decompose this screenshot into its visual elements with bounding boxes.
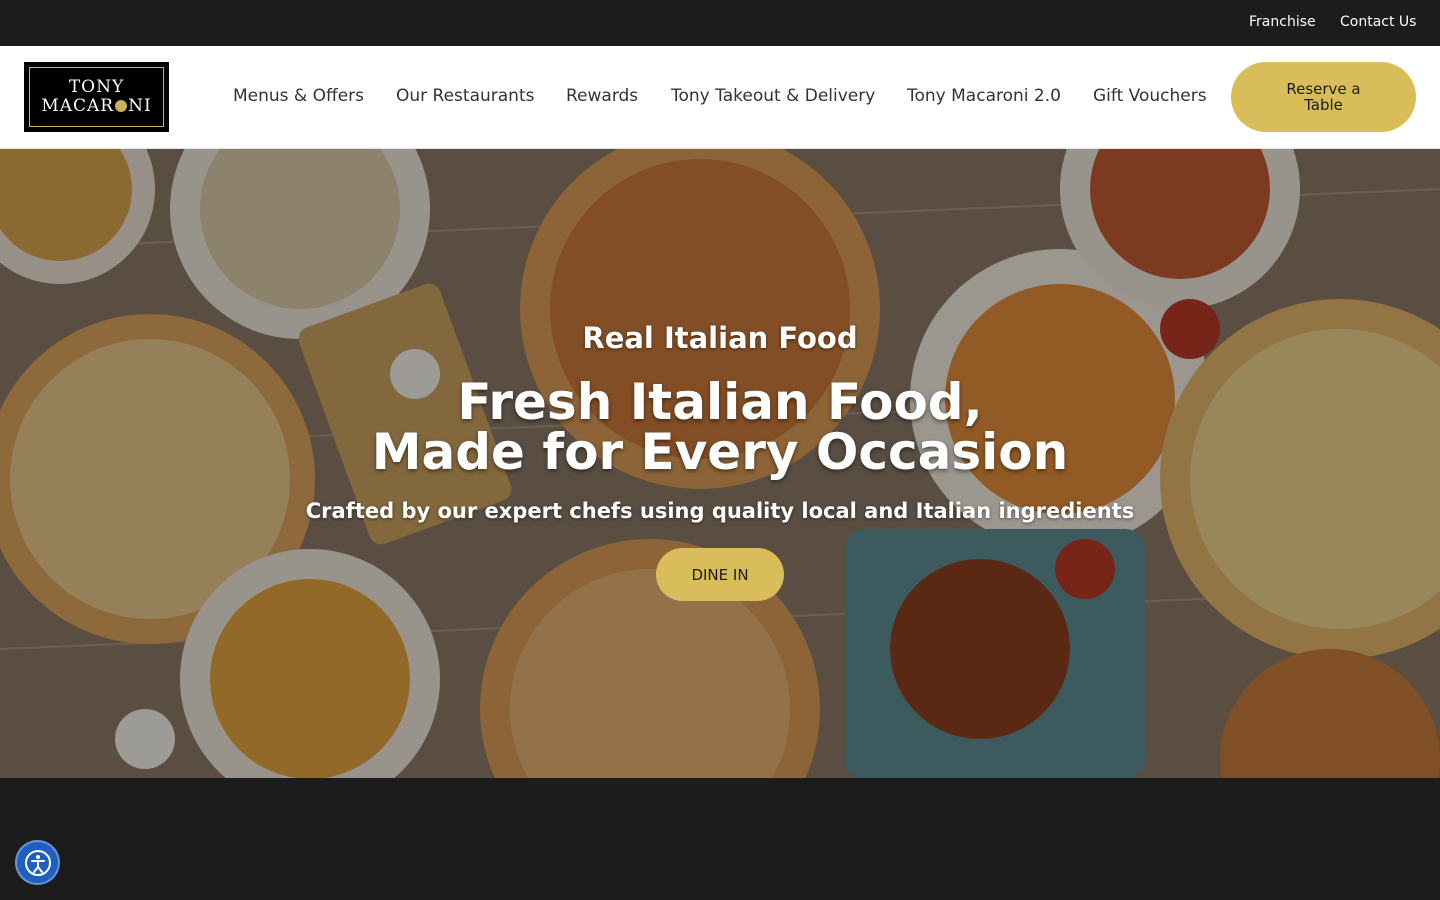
hero-title: Fresh Italian Food, Made for Every Occas… — [0, 377, 1440, 477]
hero-title-line2: Made for Every Occasion — [371, 423, 1069, 481]
accessibility-icon — [24, 849, 51, 876]
main-navigation: TONY MACAR NI Menus & Offers Our Restaura… — [0, 46, 1440, 149]
reserve-table-button[interactable]: Reserve a Table — [1231, 62, 1416, 132]
nav-item-tony-macaroni-2[interactable]: Tony Macaroni 2.0 — [907, 86, 1061, 106]
accessibility-button[interactable] — [15, 840, 60, 885]
hero-title-line1: Fresh Italian Food, — [457, 373, 983, 431]
page-section-dark — [0, 778, 1440, 900]
franchise-link[interactable]: Franchise — [1249, 14, 1316, 30]
hero-subtitle: Crafted by our expert chefs using qualit… — [305, 499, 1135, 523]
hero-banner: Real Italian Food Fresh Italian Food, Ma… — [0, 149, 1440, 778]
nav-item-rewards[interactable]: Rewards — [566, 86, 638, 106]
utility-bar: Franchise Contact Us — [0, 0, 1440, 46]
nav-item-gift-vouchers[interactable]: Gift Vouchers — [1093, 86, 1207, 106]
nav-item-our-restaurants[interactable]: Our Restaurants — [396, 86, 534, 106]
dine-in-button[interactable]: DINE IN — [656, 548, 784, 601]
contact-us-link[interactable]: Contact Us — [1340, 14, 1416, 30]
nav-item-menus-offers[interactable]: Menus & Offers — [233, 86, 364, 106]
hero-eyebrow: Real Italian Food — [582, 321, 858, 355]
nav-item-takeout-delivery[interactable]: Tony Takeout & Delivery — [671, 86, 875, 106]
nav-links: Menus & Offers Our Restaurants Rewards T… — [0, 86, 1440, 110]
